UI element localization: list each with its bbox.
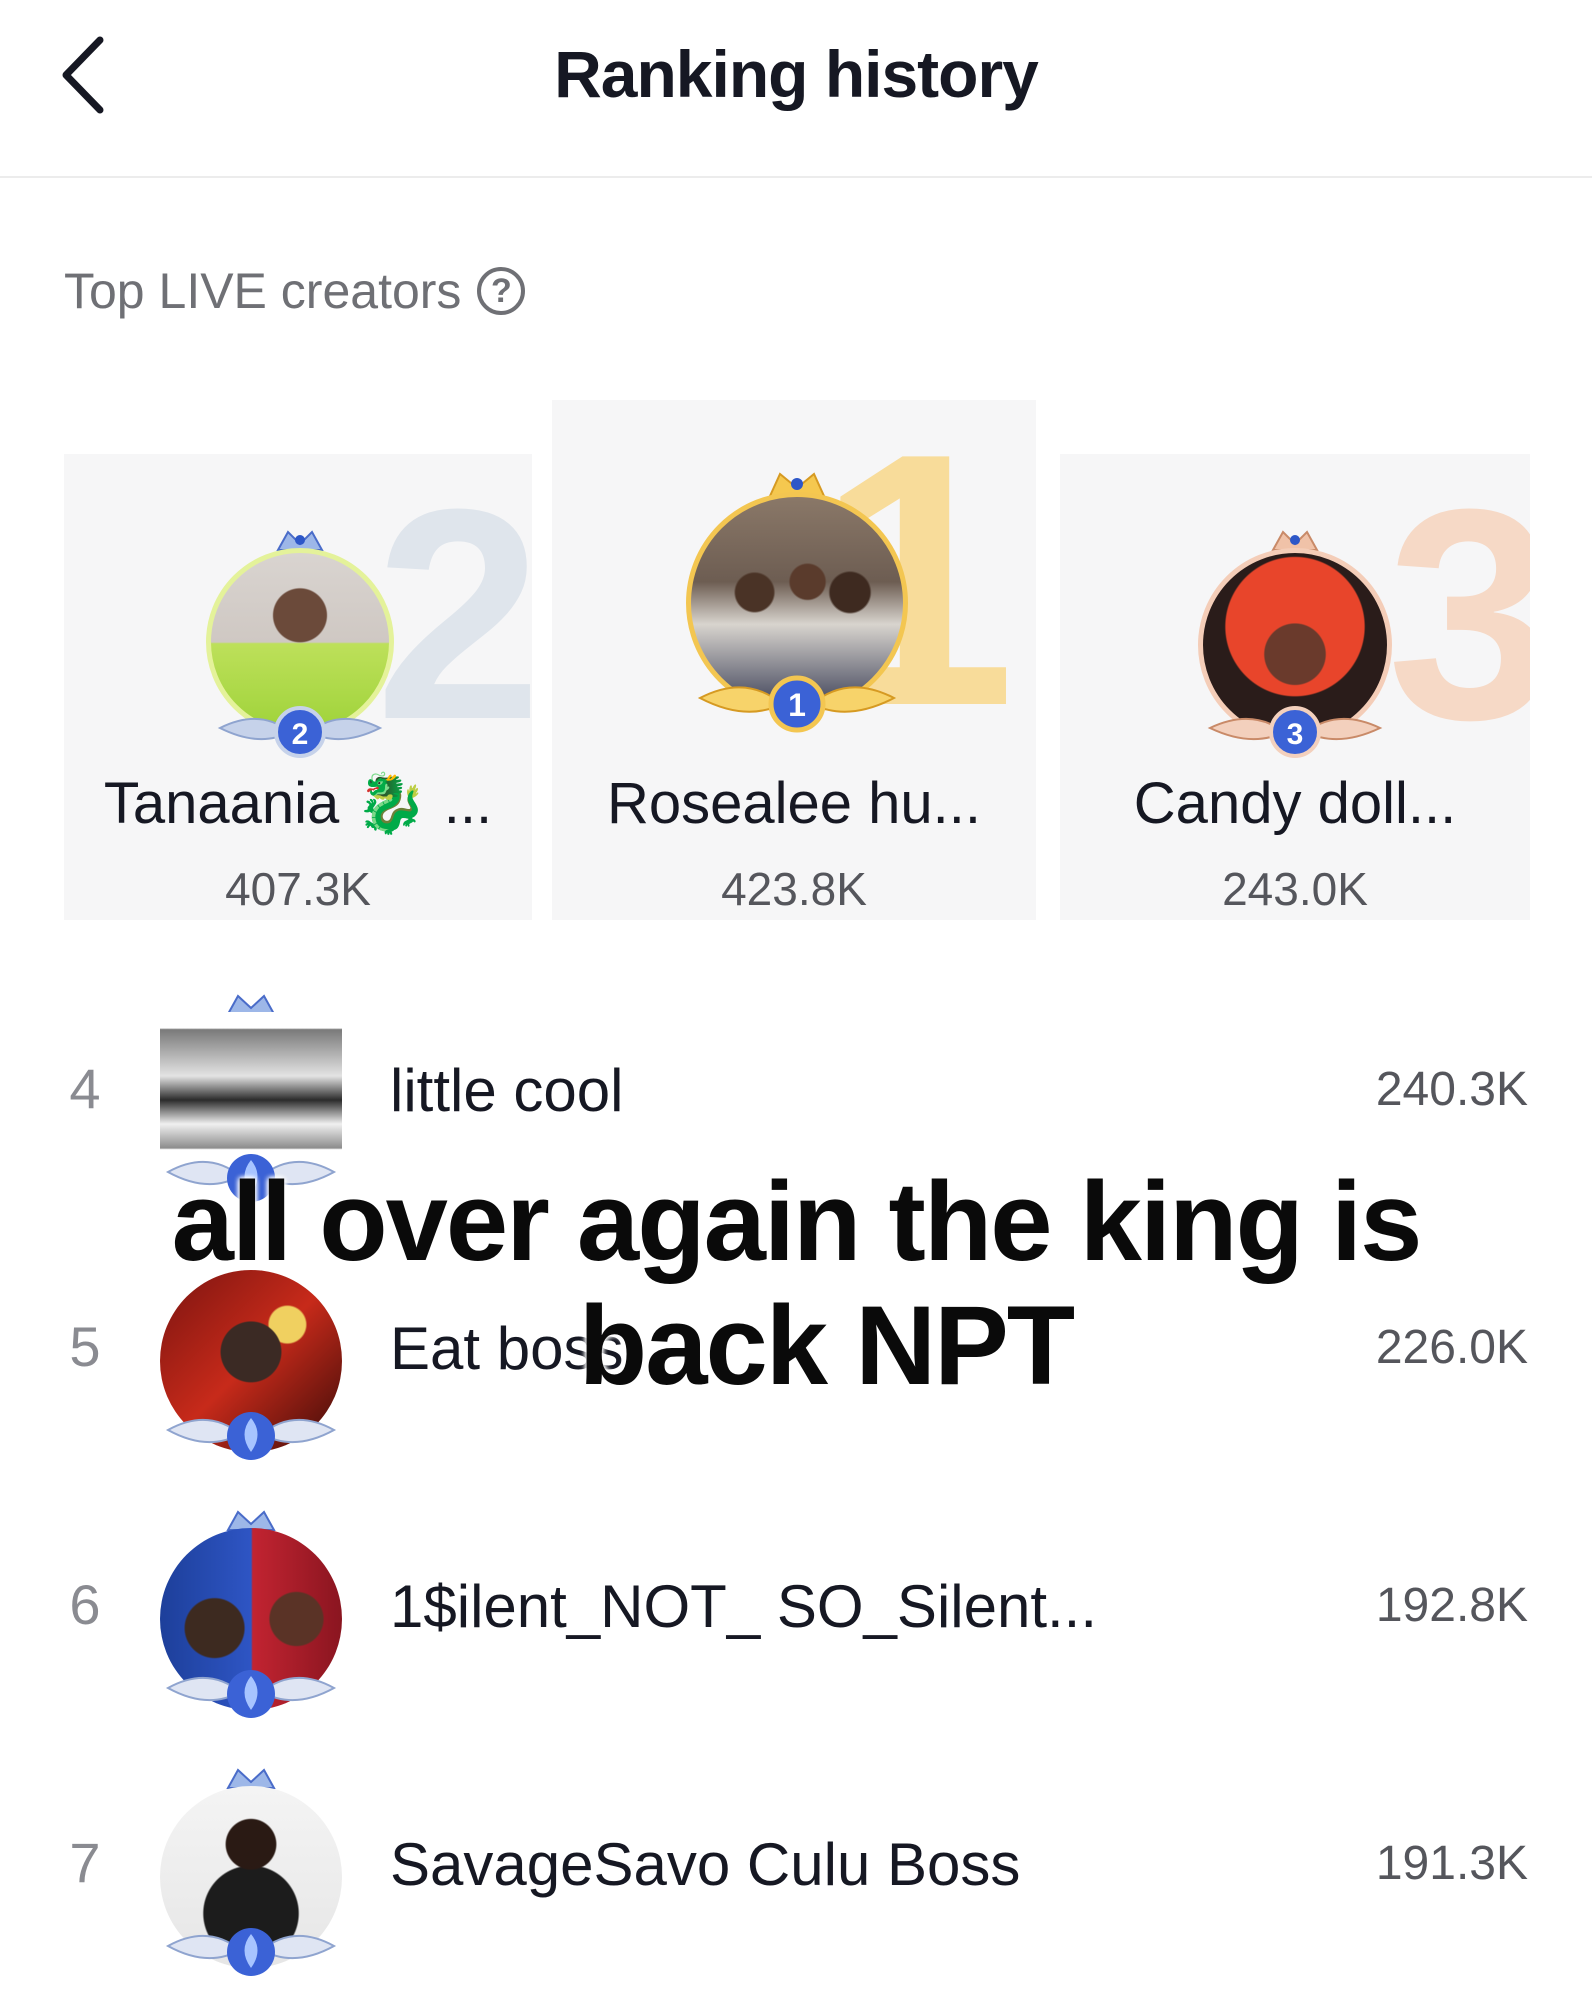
podium-score: 423.8K bbox=[721, 863, 867, 915]
list-row-rank-6[interactable]: 6 1$ilent_NOT_ SO_Silent... 192.8K bbox=[0, 1502, 1592, 1722]
podium-avatar-frame: 1 bbox=[682, 458, 912, 733]
podium-big-digit: 3 bbox=[1387, 454, 1530, 782]
flame-badge-icon bbox=[165, 1928, 337, 1976]
flame-badge-icon bbox=[165, 1412, 337, 1460]
podium-card-rank-3[interactable]: 3 3 Candy doll... 243.0K bbox=[1060, 454, 1530, 920]
section-title-label: Top LIVE creators bbox=[64, 263, 462, 319]
podium-card-rank-2[interactable]: 2 2 Tanaania 🐉 ... 407.3K bbox=[64, 454, 532, 920]
section-title: Top LIVE creators ? bbox=[64, 262, 526, 320]
creator-score: 191.3K bbox=[1375, 1837, 1528, 1890]
row-avatar-frame bbox=[156, 1502, 346, 1732]
rank-number: 6 bbox=[69, 1573, 101, 1636]
svg-text:1: 1 bbox=[788, 687, 806, 723]
podium-score: 243.0K bbox=[1222, 863, 1368, 915]
rank-number: 4 bbox=[69, 1057, 101, 1120]
rank-2-badge-icon: 2 bbox=[217, 706, 383, 758]
video-caption-overlay: all over again the king is back NPT bbox=[0, 1160, 1592, 1408]
rank-1-badge-icon: 1 bbox=[697, 675, 897, 733]
help-icon[interactable]: ? bbox=[477, 267, 526, 315]
caption-line-2: back NPT bbox=[578, 1283, 1075, 1408]
podium-card-rank-1[interactable]: 1 1 Rosealee hu... 423.8K bbox=[552, 400, 1036, 920]
svg-text:2: 2 bbox=[292, 718, 309, 751]
list-row-rank-7[interactable]: 7 SavageSavo Culu Boss 191.3K bbox=[0, 1760, 1592, 1980]
podium-name: Rosealee hu... bbox=[606, 771, 982, 836]
creator-name: 1$ilent_NOT_ SO_Silent... bbox=[390, 1573, 1098, 1640]
podium-avatar-frame: 2 bbox=[200, 518, 400, 758]
creator-name: little cool bbox=[390, 1057, 624, 1124]
row-avatar-frame bbox=[156, 1760, 346, 1990]
podium-name: Candy doll... bbox=[1133, 771, 1457, 836]
svg-text:3: 3 bbox=[1287, 718, 1304, 751]
podium-name: Tanaania 🐉 ... bbox=[103, 771, 493, 836]
podium-score: 407.3K bbox=[225, 863, 371, 915]
header-bar: Ranking history bbox=[0, 0, 1592, 178]
podium-avatar-frame: 3 bbox=[1190, 518, 1400, 758]
creator-score: 240.3K bbox=[1375, 1063, 1528, 1116]
rank-number: 7 bbox=[69, 1831, 101, 1894]
page-title: Ranking history bbox=[554, 37, 1039, 111]
creator-score: 192.8K bbox=[1375, 1579, 1528, 1632]
flame-badge-icon bbox=[165, 1670, 337, 1718]
rank-3-badge-icon: 3 bbox=[1207, 706, 1383, 758]
creator-name: SavageSavo Culu Boss bbox=[390, 1831, 1021, 1898]
caption-line-1: all over again the king is bbox=[171, 1159, 1423, 1284]
